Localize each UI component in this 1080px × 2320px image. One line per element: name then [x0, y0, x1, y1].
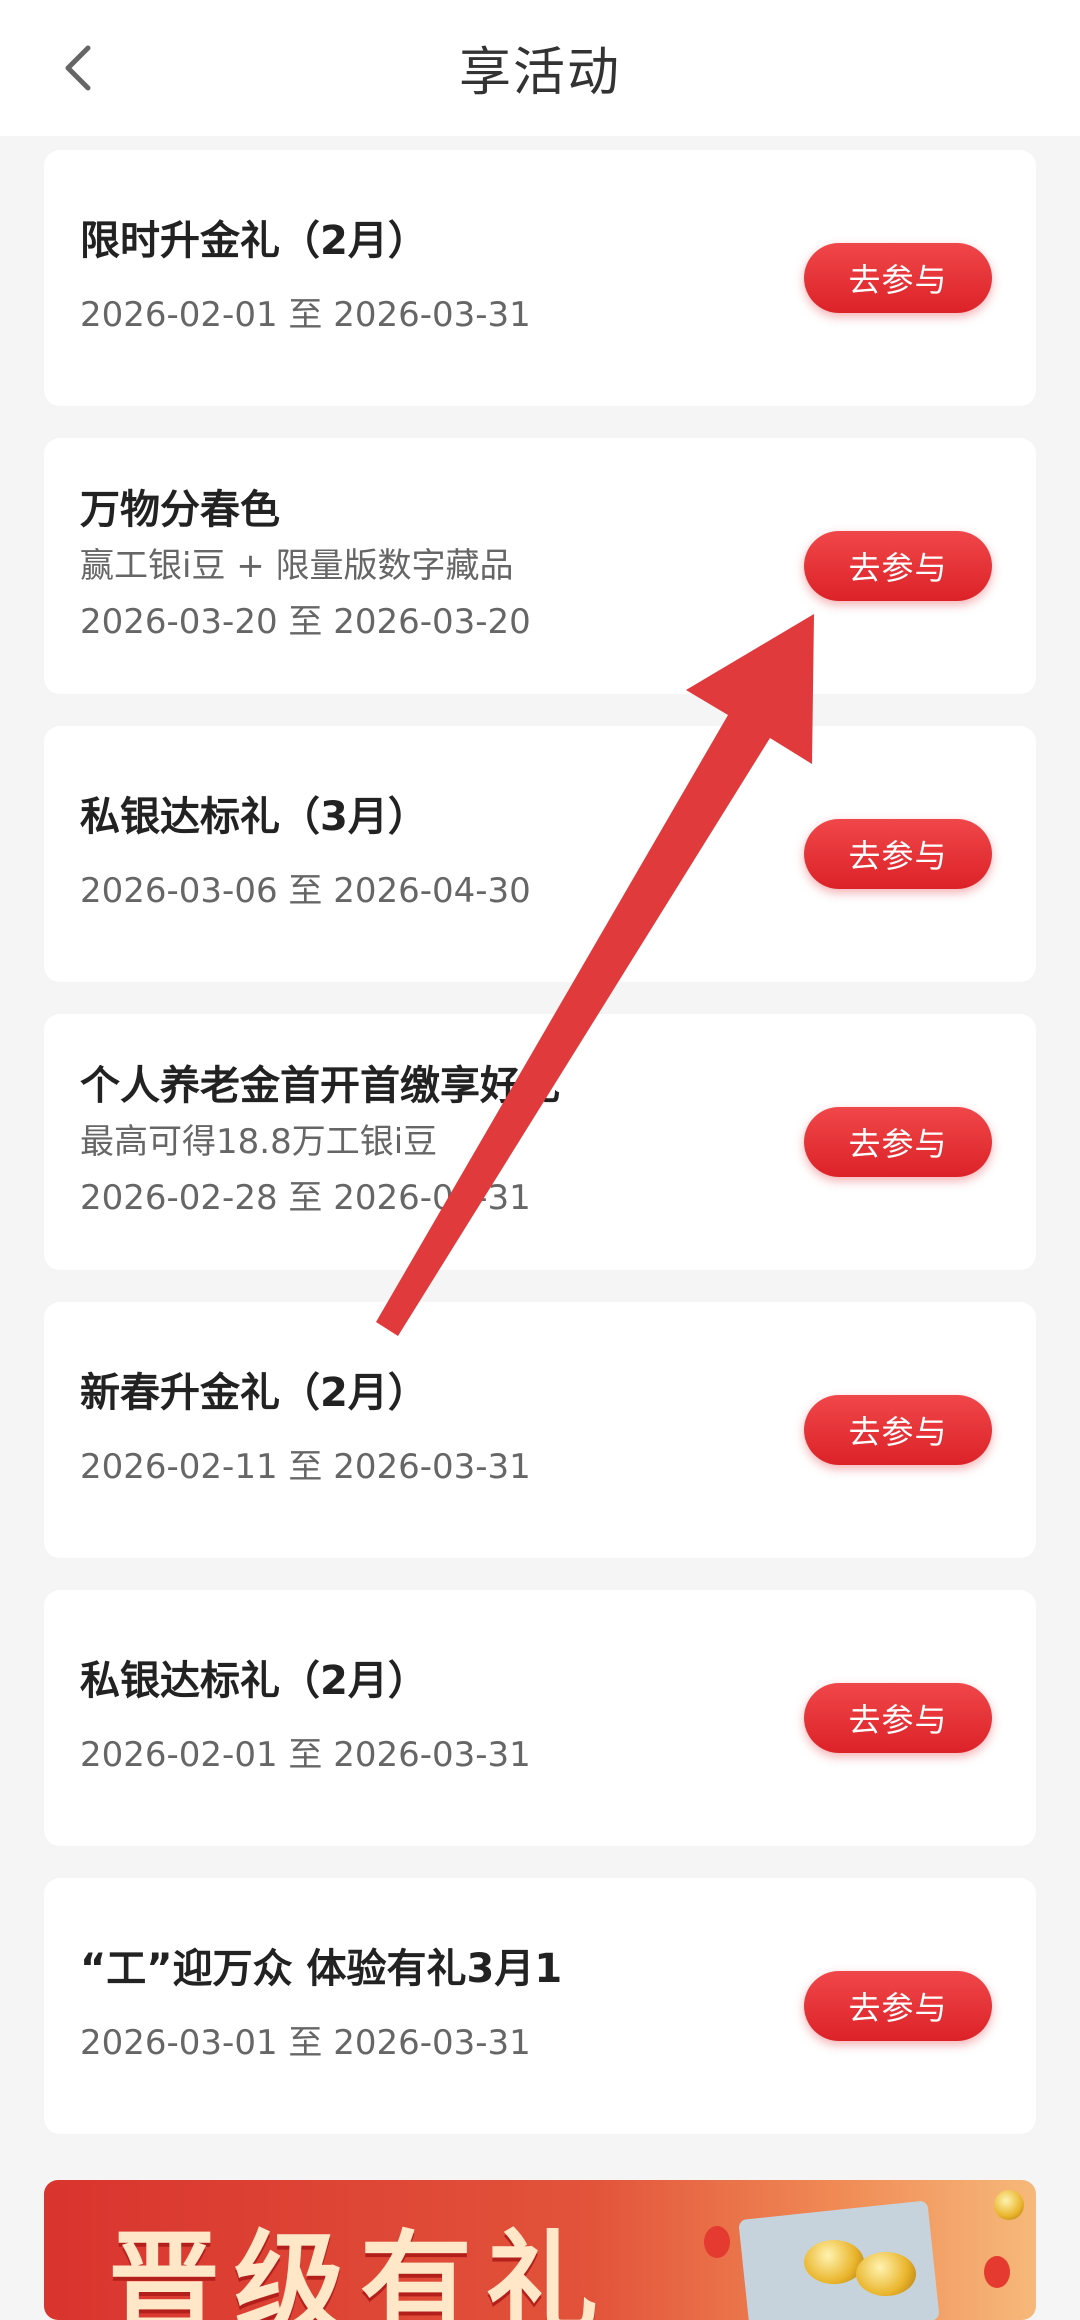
gold-ingot-image — [856, 2252, 916, 2296]
activity-date: 2026-02-01 至 2026-03-31 — [80, 1735, 531, 1775]
activity-date: 2026-02-28 至 2026-07-31 — [80, 1178, 531, 1218]
join-button[interactable]: 去参与 — [804, 1971, 992, 2041]
activity-date: 2026-03-06 至 2026-04-30 — [80, 871, 531, 911]
activity-desc: 赢工银i豆 + 限量版数字藏品 — [80, 546, 514, 586]
lantern-icon — [984, 2256, 1010, 2288]
join-button[interactable]: 去参与 — [804, 1683, 992, 1753]
activity-name: “工”迎万众 体验有礼3月1 — [80, 1946, 563, 1992]
activity-card[interactable]: 限时升金礼（2月） 2026-02-01 至 2026-03-31 去参与 — [44, 150, 1036, 406]
page-title: 享活动 — [458, 43, 621, 103]
join-button[interactable]: 去参与 — [804, 243, 992, 313]
activity-card[interactable]: 私银达标礼（2月） 2026-02-01 至 2026-03-31 去参与 — [44, 1590, 1036, 1846]
join-button[interactable]: 去参与 — [804, 1107, 992, 1177]
activity-date: 2026-03-20 至 2026-03-20 — [80, 602, 531, 642]
banner-title: 晋级有礼 — [108, 2219, 612, 2320]
activity-date: 2026-02-11 至 2026-03-31 — [80, 1447, 531, 1487]
activity-name: 万物分春色 — [80, 487, 280, 533]
activity-name: 个人养老金首开首缴享好礼 — [80, 1063, 560, 1109]
join-button[interactable]: 去参与 — [804, 1395, 992, 1465]
lantern-icon — [704, 2226, 730, 2258]
join-button[interactable]: 去参与 — [804, 819, 992, 889]
activity-card[interactable]: 新春升金礼（2月） 2026-02-11 至 2026-03-31 去参与 — [44, 1302, 1036, 1558]
promo-banner[interactable]: 晋级有礼 — [44, 2180, 1036, 2320]
coin-icon — [994, 2190, 1024, 2220]
activity-card[interactable]: “工”迎万众 体验有礼3月1 2026-03-01 至 2026-03-31 去… — [44, 1878, 1036, 2134]
activity-name: 私银达标礼（2月） — [80, 1658, 428, 1704]
activity-list: 限时升金礼（2月） 2026-02-01 至 2026-03-31 去参与 万物… — [44, 150, 1036, 2166]
top-bar: 享活动 — [0, 0, 1080, 136]
gold-ingot-image — [804, 2240, 864, 2284]
activity-card[interactable]: 万物分春色 赢工银i豆 + 限量版数字藏品 2026-03-20 至 2026-… — [44, 438, 1036, 694]
activity-date: 2026-03-01 至 2026-03-31 — [80, 2023, 531, 2063]
join-button[interactable]: 去参与 — [804, 531, 992, 601]
activity-name: 私银达标礼（3月） — [80, 794, 428, 840]
activity-name: 限时升金礼（2月） — [80, 218, 428, 264]
activity-desc: 最高可得18.8万工银i豆 — [80, 1122, 438, 1162]
activity-card[interactable]: 个人养老金首开首缴享好礼 最高可得18.8万工银i豆 2026-02-28 至 … — [44, 1014, 1036, 1270]
activity-name: 新春升金礼（2月） — [80, 1370, 428, 1416]
activity-date: 2026-02-01 至 2026-03-31 — [80, 295, 531, 335]
activity-card[interactable]: 私银达标礼（3月） 2026-03-06 至 2026-04-30 去参与 — [44, 726, 1036, 982]
